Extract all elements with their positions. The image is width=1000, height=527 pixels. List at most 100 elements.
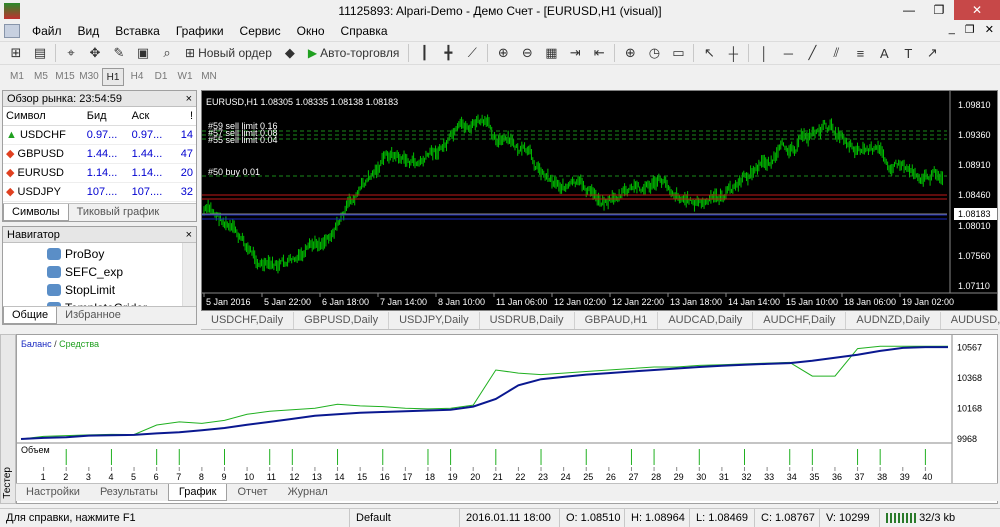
navigator-icon[interactable]: ✎ <box>109 44 129 62</box>
status-close: C: 1.08767 <box>755 508 820 527</box>
label-icon[interactable]: T <box>898 44 918 62</box>
chart-tab[interactable]: AUDCAD,Daily <box>658 312 754 329</box>
tab-graph[interactable]: График <box>167 484 228 501</box>
price-chart[interactable]: EURUSD,H1 1.08305 1.08335 1.08138 1.0818… <box>201 90 998 311</box>
mdi-restore-button[interactable]: ❐ <box>965 23 975 36</box>
chart-tab[interactable]: GBPUSD,Daily <box>294 312 390 329</box>
navigator-scrollbar[interactable] <box>182 243 196 307</box>
menu-help[interactable]: Справка <box>333 24 396 38</box>
x-tick-label: 13 <box>312 472 322 482</box>
chart-tab[interactable]: AUDCHF,Daily <box>753 312 847 329</box>
navigator-close-icon[interactable]: × <box>186 227 192 243</box>
chart-window-icon[interactable] <box>4 24 20 38</box>
expert-icon <box>47 284 61 296</box>
new-order-button[interactable]: ⊞ Новый ордер <box>181 44 276 62</box>
tf-m30[interactable]: M30 <box>78 68 100 86</box>
zoom-out-icon[interactable]: ⊖ <box>517 44 537 62</box>
indicators-icon[interactable]: ⊕ <box>620 44 640 62</box>
restore-button[interactable]: ❐ <box>924 0 954 20</box>
minimize-button[interactable]: — <box>894 0 924 20</box>
col-symbol[interactable]: Символ <box>3 107 84 126</box>
text-icon[interactable]: A <box>874 44 894 62</box>
tf-mn[interactable]: MN <box>198 68 220 86</box>
arrow-down-icon: ◆ <box>6 167 15 179</box>
x-tick-label: 24 <box>561 472 571 482</box>
metaeditor-icon[interactable]: ◆ <box>280 44 300 62</box>
menu-view[interactable]: Вид <box>70 24 108 38</box>
tf-d1[interactable]: D1 <box>150 68 172 86</box>
tab-common[interactable]: Общие <box>3 307 58 324</box>
mdi-close-button[interactable]: ✕ <box>985 23 994 36</box>
status-profile: Default <box>350 508 460 527</box>
tab-settings[interactable]: Настройки <box>16 484 90 501</box>
table-row[interactable]: ◆ USDJPY 107.... 107.... 32 <box>3 182 196 202</box>
list-item[interactable]: ProBoy <box>47 245 196 263</box>
list-item[interactable]: StopLimit <box>47 281 196 299</box>
channel-icon[interactable]: ⫽ <box>826 44 846 62</box>
tf-h1[interactable]: H1 <box>102 68 124 86</box>
cursor-icon[interactable]: ↖ <box>699 44 719 62</box>
crosshair-icon[interactable]: ┼ <box>723 44 743 62</box>
tab-report[interactable]: Отчет <box>227 484 277 501</box>
x-tick-label: 12 <box>289 472 299 482</box>
tab-results[interactable]: Результаты <box>90 484 168 501</box>
close-button[interactable]: ✕ <box>954 0 1000 20</box>
mdi-minimize-button[interactable]: _ <box>949 23 955 36</box>
tf-m5[interactable]: M5 <box>30 68 52 86</box>
tab-journal[interactable]: Журнал <box>278 484 338 501</box>
chart-tab[interactable]: USDRUB,Daily <box>480 312 575 329</box>
zoom-in-icon[interactable]: ⊕ <box>493 44 513 62</box>
line-chart-icon[interactable]: ⟋ <box>462 44 482 62</box>
chart-tab[interactable]: GBPAUD,H1 <box>575 312 659 329</box>
chart-tab[interactable]: AUDNZD,Daily <box>846 312 941 329</box>
tab-symbols[interactable]: Символы <box>3 204 69 221</box>
tab-tick-chart[interactable]: Тиковый график <box>69 204 168 221</box>
tester-icon[interactable]: ⌕ <box>157 44 177 62</box>
terminal-icon[interactable]: ▣ <box>133 44 153 62</box>
table-row[interactable]: ◆ EURUSD 1.14... 1.14... 20 <box>3 163 196 183</box>
templates-icon[interactable]: ▭ <box>668 44 688 62</box>
chart-tab[interactable]: USDJPY,Daily <box>389 312 480 329</box>
menu-insert[interactable]: Вставка <box>107 24 168 38</box>
autoscroll-icon[interactable]: ⇤ <box>589 44 609 62</box>
tab-favorites[interactable]: Избранное <box>57 307 129 324</box>
menu-window[interactable]: Окно <box>289 24 333 38</box>
tester-side-label: Тестер <box>2 467 13 499</box>
col-count[interactable]: ! <box>173 107 196 126</box>
tf-h4[interactable]: H4 <box>126 68 148 86</box>
tf-m1[interactable]: M1 <box>6 68 28 86</box>
chart-tab[interactable]: USDCHF,Daily <box>201 312 295 329</box>
vertical-line-icon[interactable]: │ <box>754 44 774 62</box>
horizontal-line-icon[interactable]: ─ <box>778 44 798 62</box>
chart-tab[interactable]: AUDUSD, <box>941 312 1000 329</box>
chart-tabs: USDCHF,Daily GBPUSD,Daily USDJPY,Daily U… <box>201 312 1000 330</box>
x-tick-label: 29 <box>674 472 684 482</box>
table-row[interactable]: ◆ GBPUSD 1.44... 1.44... 47 <box>3 144 196 164</box>
profiles-icon[interactable]: ▤ <box>30 44 50 62</box>
chart-shift-icon[interactable]: ⇥ <box>565 44 585 62</box>
list-item[interactable]: SEFC_exp <box>47 263 196 281</box>
trendline-icon[interactable]: ╱ <box>802 44 822 62</box>
col-ask[interactable]: Аск <box>128 107 174 126</box>
x-tick-label: 30 <box>696 472 706 482</box>
menu-charts[interactable]: Графики <box>168 24 232 38</box>
status-high: H: 1.08964 <box>625 508 690 527</box>
table-row[interactable]: ▲ USDCHF 0.97... 0.97... 14 <box>3 125 196 145</box>
auto-trading-button[interactable]: ▶ Авто-торговля <box>304 44 403 62</box>
new-chart-icon[interactable]: ⊞ <box>6 44 26 62</box>
menu-file[interactable]: Файл <box>24 24 70 38</box>
bar-chart-icon[interactable]: ┃ <box>414 44 434 62</box>
market-watch-close-icon[interactable]: × <box>186 91 192 107</box>
periods-icon[interactable]: ◷ <box>644 44 664 62</box>
col-bid[interactable]: Бид <box>83 107 129 126</box>
tf-m15[interactable]: M15 <box>54 68 76 86</box>
arrows-icon[interactable]: ↗ <box>922 44 942 62</box>
market-watch-icon[interactable]: ⌖ <box>61 44 81 62</box>
fibo-icon[interactable]: ≡ <box>850 44 870 62</box>
menu-tools[interactable]: Сервис <box>232 24 289 38</box>
data-window-icon[interactable]: ✥ <box>85 44 105 62</box>
tf-w1[interactable]: W1 <box>174 68 196 86</box>
candle-chart-icon[interactable]: ╋ <box>438 44 458 62</box>
tile-windows-icon[interactable]: ▦ <box>541 44 561 62</box>
status-low: L: 1.08469 <box>690 508 755 527</box>
